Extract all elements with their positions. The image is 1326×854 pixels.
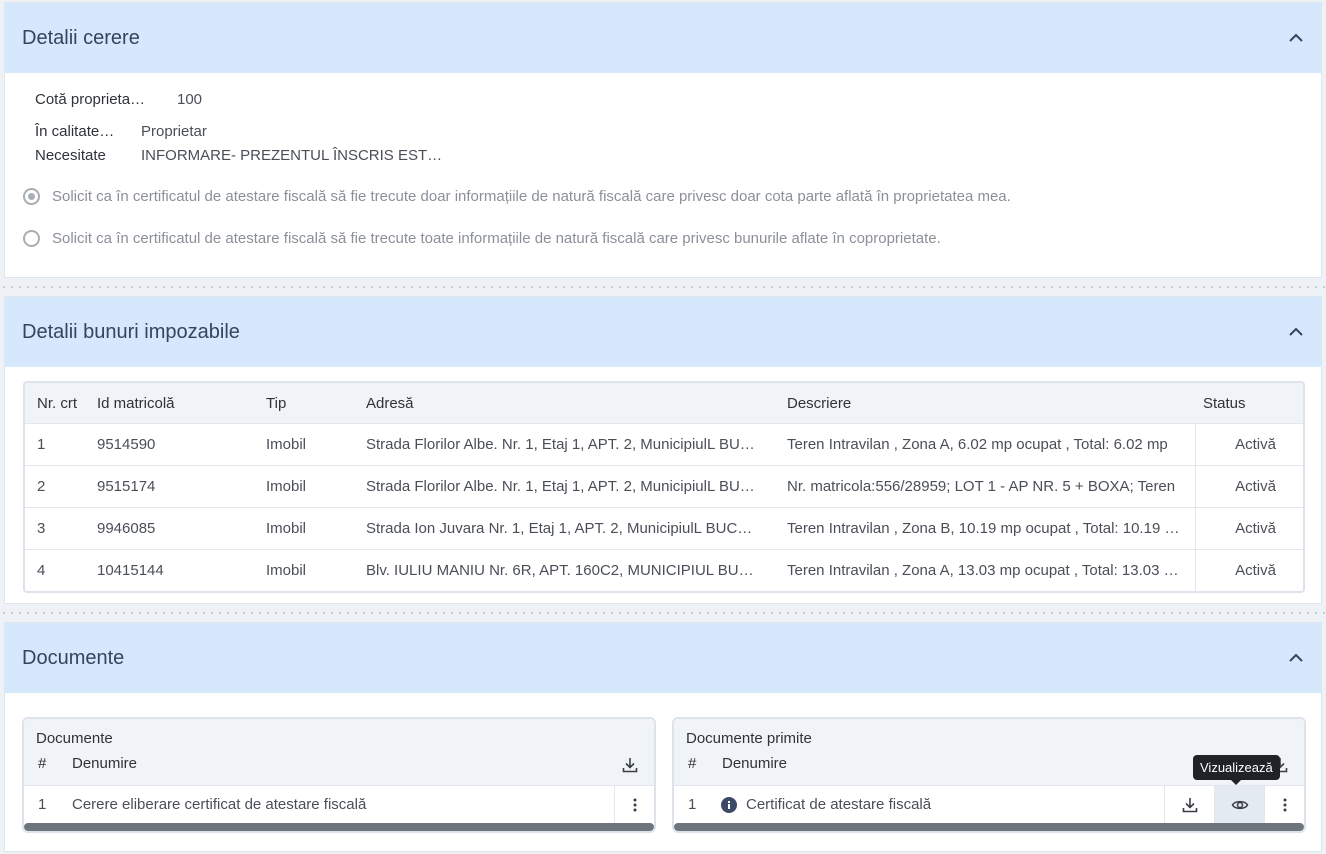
cell-tip: Imobil xyxy=(266,436,307,453)
view-tooltip: Vizualizează xyxy=(1193,755,1280,785)
info-icon[interactable] xyxy=(721,797,737,813)
col-id-matricola[interactable]: Id matricolă xyxy=(85,395,254,412)
cell-adresa: Blv. IULIU MANIU Nr. 6R, APT. 160C2, MUN… xyxy=(366,562,775,579)
necesitate-value: INFORMARE- PREZENTUL ÎNSCRIS EST… xyxy=(141,147,443,164)
col-tip[interactable]: Tip xyxy=(254,395,354,412)
calitate-label: În calitate… xyxy=(35,123,115,140)
kebab-menu-icon xyxy=(1283,798,1286,812)
cell-descriere: Teren Intravilan , Zona B, 10.19 mp ocup… xyxy=(787,520,1186,537)
col-status[interactable]: Status xyxy=(1195,383,1303,423)
cell-descriere: Teren Intravilan , Zona A, 13.03 mp ocup… xyxy=(787,562,1185,579)
eye-icon xyxy=(1231,800,1248,810)
cell-descriere: Nr. matricola:556/28959; LOT 1 - AP NR. … xyxy=(787,478,1176,495)
download-button[interactable] xyxy=(1164,786,1214,824)
bunuri-title: Detalii bunuri impozabile xyxy=(22,320,240,343)
document-row-name: Cerere eliberare certificat de atestare … xyxy=(72,796,367,813)
necesitate-label: Necesitate xyxy=(35,147,106,164)
documente-header[interactable]: Documente xyxy=(5,623,1321,693)
cell-descriere: Teren Intravilan , Zona A, 6.02 mp ocupa… xyxy=(787,436,1168,453)
documente-primite-title: Documente primite xyxy=(686,730,812,747)
col-number: # xyxy=(688,755,697,772)
col-number: # xyxy=(38,755,47,772)
cell-id: 9946085 xyxy=(97,520,156,537)
detalii-cerere-title: Detalii cerere xyxy=(22,26,140,49)
more-options-button[interactable] xyxy=(1264,786,1304,824)
download-icon xyxy=(1182,798,1197,813)
col-denumire[interactable]: Denumire xyxy=(722,755,787,772)
cell-nr: 2 xyxy=(37,478,46,495)
table-row[interactable]: 4 10415144 Imobil Blv. IULIU MANIU Nr. 6… xyxy=(25,550,1303,591)
cell-id: 10415144 xyxy=(97,562,164,579)
cell-tip: Imobil xyxy=(266,562,307,579)
cell-adresa: Strada Florilor Albe. Nr. 1, Etaj 1, APT… xyxy=(366,478,775,495)
document-row[interactable]: 1 Certificat de atestare fiscală xyxy=(674,786,1304,824)
bunuri-header[interactable]: Detalii bunuri impozabile xyxy=(5,297,1321,367)
chevron-up-icon[interactable] xyxy=(1287,649,1305,667)
document-row-number: 1 xyxy=(688,796,697,813)
cell-id: 9515174 xyxy=(97,478,156,495)
horizontal-scrollbar[interactable] xyxy=(674,823,1304,831)
cell-tip: Imobil xyxy=(266,478,307,495)
cell-status: Activă xyxy=(1195,466,1303,507)
download-all-icon[interactable] xyxy=(621,756,639,774)
cota-label: Cotă proprieta… xyxy=(35,91,146,108)
calitate-value: Proprietar xyxy=(141,123,207,140)
col-nr-crt[interactable]: Nr. crt xyxy=(25,395,85,412)
cota-row: Cotă proprieta… 100 xyxy=(35,91,202,108)
cell-status: Activă xyxy=(1195,508,1303,549)
cell-status: Activă xyxy=(1195,550,1303,591)
chevron-up-icon[interactable] xyxy=(1287,29,1305,47)
cell-adresa: Strada Ion Juvara Nr. 1, Etaj 1, APT. 2,… xyxy=(366,520,775,537)
document-row[interactable]: 1 Cerere eliberare certificat de atestar… xyxy=(24,786,654,824)
col-descriere[interactable]: Descriere xyxy=(775,395,1195,412)
kebab-menu-icon xyxy=(633,798,636,812)
col-adresa[interactable]: Adresă xyxy=(354,395,775,412)
option-cota-parte-label: Solicit ca în certificatul de atestare f… xyxy=(52,188,1011,205)
option-coproprietate[interactable]: Solicit ca în certificatul de atestare f… xyxy=(23,230,941,247)
calitate-row: În calitate… Proprietar xyxy=(35,123,207,140)
cell-nr: 1 xyxy=(37,436,46,453)
table-row[interactable]: 1 9514590 Imobil Strada Florilor Albe. N… xyxy=(25,424,1303,466)
option-coproprietate-label: Solicit ca în certificatul de atestare f… xyxy=(52,230,941,247)
cell-nr: 3 xyxy=(37,520,46,537)
documente-card: Documente # Denumire 1 Cerere eliberare … xyxy=(22,717,656,833)
detalii-cerere-header[interactable]: Detalii cerere xyxy=(5,3,1321,73)
cell-tip: Imobil xyxy=(266,520,307,537)
documente-card-header: Documente # Denumire xyxy=(24,719,654,786)
option-cota-parte[interactable]: Solicit ca în certificatul de atestare f… xyxy=(23,188,1011,205)
table-header-row: Nr. crt Id matricolă Tip Adresă Descrier… xyxy=(25,383,1303,424)
table-row[interactable]: 3 9946085 Imobil Strada Ion Juvara Nr. 1… xyxy=(25,508,1303,550)
horizontal-scrollbar[interactable] xyxy=(24,823,654,831)
radio-checked-icon[interactable] xyxy=(23,188,40,205)
cota-value: 100 xyxy=(177,91,203,108)
divider xyxy=(0,285,1326,289)
table-row[interactable]: 2 9515174 Imobil Strada Florilor Albe. N… xyxy=(25,466,1303,508)
divider xyxy=(0,611,1326,615)
documente-panel: Documente Documente # Denumire 1 Cerere … xyxy=(4,622,1322,852)
col-denumire[interactable]: Denumire xyxy=(72,755,137,772)
chevron-up-icon[interactable] xyxy=(1287,323,1305,341)
cell-status: Activă xyxy=(1195,424,1303,465)
radio-unchecked-icon[interactable] xyxy=(23,230,40,247)
document-row-name: Certificat de atestare fiscală xyxy=(746,796,932,813)
document-row-number: 1 xyxy=(38,796,47,813)
bunuri-panel: Detalii bunuri impozabile Nr. crt Id mat… xyxy=(4,296,1322,604)
cell-adresa: Strada Florilor Albe. Nr. 1, Etaj 1, APT… xyxy=(366,436,775,453)
documente-title: Documente xyxy=(22,646,125,669)
bunuri-table: Nr. crt Id matricolă Tip Adresă Descrier… xyxy=(23,381,1305,593)
detalii-cerere-panel: Detalii cerere Cotă proprieta… 100 În ca… xyxy=(4,2,1322,278)
view-button[interactable] xyxy=(1214,786,1264,824)
more-options-button[interactable] xyxy=(614,786,654,824)
cell-id: 9514590 xyxy=(97,436,156,453)
cell-nr: 4 xyxy=(37,562,46,579)
necesitate-row: Necesitate INFORMARE- PREZENTUL ÎNSCRIS … xyxy=(35,147,442,164)
documente-card-title: Documente xyxy=(36,730,113,747)
